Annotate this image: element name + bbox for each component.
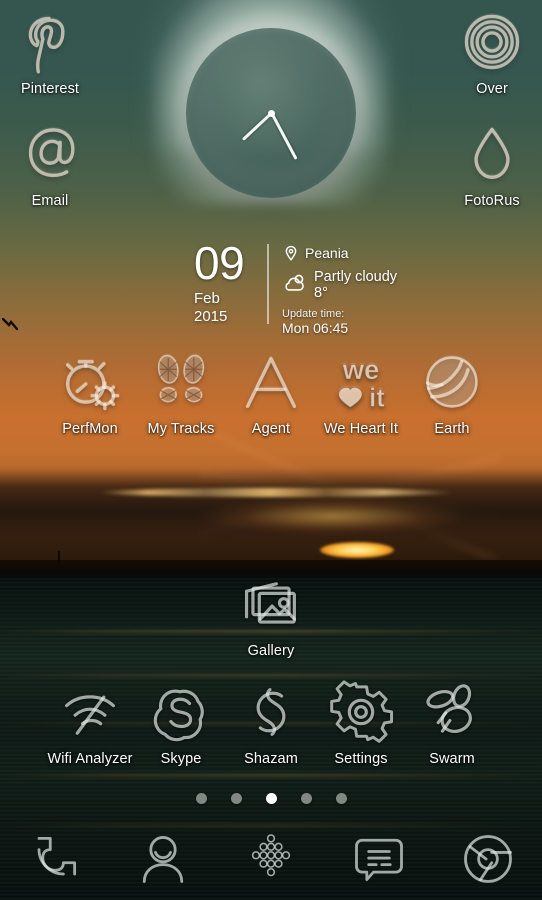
app-label: Shazam: [244, 751, 298, 767]
weather-location: Peania: [305, 245, 349, 261]
app-perfmon[interactable]: PerfMon: [40, 348, 140, 437]
weather-temperature: 8°: [314, 285, 328, 301]
app-label: Agent: [251, 421, 291, 437]
at-sign-icon: [16, 120, 84, 188]
pinterest-icon: [16, 8, 84, 76]
app-my-tracks[interactable]: My Tracks: [131, 348, 231, 437]
app-label: My Tracks: [147, 421, 215, 437]
page-indicator[interactable]: [0, 790, 542, 806]
dock-contacts[interactable]: [108, 818, 216, 900]
page-dot-2[interactable]: [230, 792, 242, 804]
person-icon: [133, 829, 193, 889]
weather-update-label: Update time:: [282, 308, 345, 320]
weather-update-value: Mon 06:45: [282, 320, 349, 336]
app-label: Wifi Analyzer: [47, 751, 133, 767]
app-shazam[interactable]: Shazam: [221, 678, 321, 767]
phone-handset-icon: [24, 829, 84, 889]
date-block[interactable]: 09 Feb 2015: [180, 240, 264, 326]
partly-cloudy-icon: [282, 272, 308, 294]
shazam-swirl-icon: [237, 678, 305, 746]
app-label: Pinterest: [20, 81, 80, 97]
letter-a-icon: [237, 348, 305, 416]
date-day-number: 09: [194, 237, 245, 289]
app-label: Email: [31, 193, 69, 209]
weather-condition: Partly cloudy: [314, 269, 398, 285]
app-agent[interactable]: Agent: [221, 348, 321, 437]
app-swarm[interactable]: Swarm: [402, 678, 502, 767]
dock: [0, 818, 542, 900]
speech-bubble-icon: [349, 829, 409, 889]
app-we-heart-it[interactable]: we it We Heart It: [311, 348, 411, 437]
app-email[interactable]: Email: [0, 120, 100, 209]
app-over[interactable]: Over: [442, 8, 542, 97]
app-label: FotoRus: [464, 193, 520, 209]
page-dot-1[interactable]: [195, 792, 207, 804]
bee-icon: [418, 678, 486, 746]
app-earth[interactable]: Earth: [402, 348, 502, 437]
app-pinterest[interactable]: Pinterest: [0, 8, 100, 97]
app-label: Earth: [434, 421, 470, 437]
widget-divider: [267, 244, 269, 324]
app-label: Over: [476, 81, 508, 97]
app-skype[interactable]: Skype: [131, 678, 231, 767]
dots-diamond-icon: [241, 829, 301, 889]
app-label: Skype: [160, 751, 202, 767]
photos-stack-icon: [237, 570, 305, 638]
svg-text:it: it: [369, 384, 385, 412]
dock-messaging[interactable]: [325, 818, 433, 900]
chrome-icon: [458, 829, 518, 889]
weather-block[interactable]: Peania Partly cloudy 8° Update time: Mon…: [282, 244, 432, 336]
svg-text:we: we: [342, 354, 380, 385]
page-dot-3-active[interactable]: [265, 792, 277, 804]
gear-icon: [327, 678, 395, 746]
app-settings[interactable]: Settings: [311, 678, 411, 767]
app-gallery[interactable]: Gallery: [221, 570, 321, 659]
concentric-rings-icon: [458, 8, 526, 76]
app-label: Settings: [334, 751, 388, 767]
app-fotorus[interactable]: FotoRus: [442, 120, 542, 209]
dock-chrome[interactable]: [434, 818, 542, 900]
globe-icon: [418, 348, 486, 416]
app-label: Gallery: [247, 643, 295, 659]
wifi-signal-icon: [56, 678, 124, 746]
dock-phone[interactable]: [0, 818, 108, 900]
clock-center-hub: [267, 109, 275, 117]
date-year: 2015: [194, 308, 228, 325]
location-pin-icon: [282, 244, 300, 262]
analog-clock-widget[interactable]: [154, 0, 388, 204]
skype-s-icon: [147, 678, 215, 746]
page-dot-5[interactable]: [335, 792, 347, 804]
we-heart-it-icon: we it: [327, 348, 395, 416]
app-wifi-analyzer[interactable]: Wifi Analyzer: [40, 678, 140, 767]
date-weather-widget[interactable]: 09 Feb 2015 Peania Partly cloudy 8° Upda…: [180, 240, 420, 336]
footprints-icon: [147, 348, 215, 416]
app-label: We Heart It: [323, 421, 399, 437]
date-month: Feb: [194, 290, 220, 307]
water-droplet-icon: [458, 120, 526, 188]
page-dot-4[interactable]: [300, 792, 312, 804]
app-label: PerfMon: [62, 421, 118, 437]
app-label: Swarm: [429, 751, 475, 767]
stopwatch-gear-icon: [56, 348, 124, 416]
dock-app-drawer[interactable]: [217, 818, 325, 900]
